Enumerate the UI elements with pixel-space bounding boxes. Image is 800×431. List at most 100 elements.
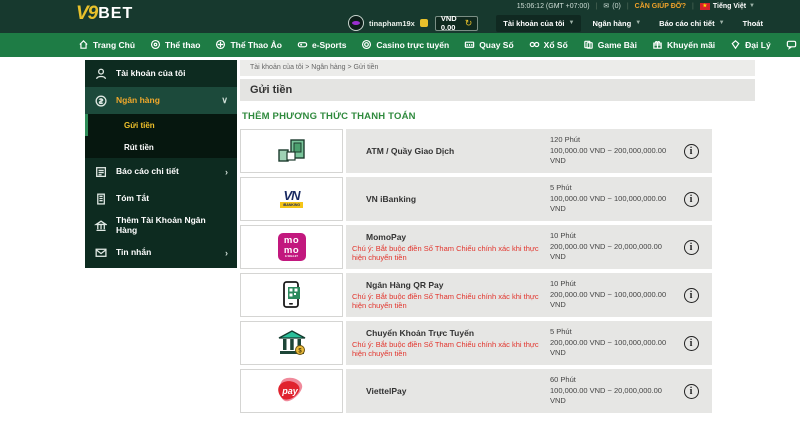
virtual-sports-icon [216, 39, 226, 49]
help-link[interactable]: CẦN GIÚP ĐỠ? [635, 3, 686, 10]
info-icon[interactable]: i [683, 239, 699, 255]
v9bet-page: V9 BET 15:06:12 (GMT +07:00) | ✉ (0) | C… [0, 0, 800, 431]
member-badge-icon[interactable] [419, 19, 428, 27]
cards-icon [584, 40, 593, 49]
divider: | [626, 2, 629, 10]
nav-item-label: Xổ Số [543, 40, 568, 50]
v9bet-logo[interactable]: V9 BET [76, 3, 133, 25]
payment-method-name: MomoPay [366, 232, 407, 242]
payment-method-row-momopay[interactable]: mo mo E-WALLET MomoPay Chú ý: Bắt buộc điề… [240, 225, 712, 269]
info-icon[interactable]: i [683, 287, 699, 303]
payment-method-row-vn-ibanking[interactable]: VN iBANKING VN iBanking 5 Phút 100,000.00… [240, 177, 712, 221]
atm-cash-logo [277, 139, 305, 162]
inbox-count: (0) [612, 2, 621, 10]
divider: | [595, 2, 598, 10]
payment-limits: 200,000.00 VND ~ 20,000,000.00 VND [550, 241, 662, 262]
nav-item-the-thao[interactable]: Thể thao [150, 39, 200, 52]
avatar[interactable] [348, 15, 364, 31]
nav-item-label: e-Sports [311, 40, 347, 50]
nav-item-ai-ly[interactable]: Đại Lý [730, 39, 771, 52]
vietnam-flag-icon: ★ [699, 2, 710, 10]
payment-method-name: ViettelPay [366, 386, 407, 396]
payment-method-row-ngan-hang-qr-pay[interactable]: Ngân Hàng QR Pay Chú ý: Bắt buộc điền Số… [240, 273, 712, 317]
payment-logo-box: mo mo E-WALLET [240, 225, 343, 269]
message-icon [95, 248, 107, 257]
sidebar-item-tin-nhan[interactable]: Tin nhắn › [85, 239, 237, 266]
sidebar-item-label: Tài khoản của tôi [116, 67, 186, 78]
payment-method-name: Chuyển Khoản Trực Tuyến [366, 328, 475, 338]
info-icon[interactable]: i [683, 191, 699, 207]
payment-logo-box: $ [240, 321, 343, 365]
account-menu-thoat[interactable]: Thoát [736, 15, 770, 32]
info-icon[interactable]: i [683, 143, 699, 159]
user-bar: tinapham19x VND 0.00 ↻ Tài khoản của tôi… [348, 13, 763, 33]
payment-method-name: VN iBanking [366, 194, 417, 204]
payment-method-row-chuyen-khoan-truc-tuyen[interactable]: $ Chuyển Khoản Trực Tuyến Chú ý: Bắt buộ… [240, 321, 712, 365]
payment-method-note: Chú ý: Bắt buộc điền Số Tham Chiếu chính… [352, 292, 539, 310]
nav-item-label: Thể thao [165, 40, 201, 50]
sidebar-item-ngan-hang[interactable]: Ngân hàng ∨ [85, 87, 237, 114]
payment-method-note: Chú ý: Bắt buộc điền Số Tham Chiếu chính… [352, 340, 539, 358]
sidebar-subitem-gui-tien[interactable]: Gửi tiền [85, 114, 237, 136]
online-transfer-logo: $ [278, 330, 305, 355]
account-menu-bao-cao-chi-tiet[interactable]: Báo cáo chi tiết ▼ [652, 15, 731, 32]
nav-item-label: Quay Số [479, 40, 514, 50]
payment-method-note: Chú ý: Bắt buộc điền Số Tham Chiếu chính… [352, 244, 539, 262]
nav-item-label: Đại Lý [745, 40, 771, 50]
nav-item-trang-chu[interactable]: Trang Chủ [78, 39, 135, 52]
nav-item-casino-truc-tuyen[interactable]: Casino trực tuyến [361, 39, 449, 52]
sidebar-item-label: Báo cáo chi tiết [116, 165, 179, 176]
header: V9 BET 15:06:12 (GMT +07:00) | ✉ (0) | C… [0, 0, 800, 33]
chevron-down-icon: ▼ [635, 20, 642, 26]
payment-logo-box [240, 129, 343, 173]
nav-item-quay-so[interactable]: Quay Số [464, 39, 514, 52]
account-menu: Tài khoản của tôi ▼ Ngân hàng ▼ Báo cáo chi … [496, 14, 770, 32]
payment-duration: 120 Phút [550, 135, 581, 145]
svg-text:pay: pay [281, 386, 299, 396]
nav-item-label: Game Bài [597, 40, 637, 50]
nav-item-game-bai[interactable]: Game Bài [583, 39, 637, 52]
breadcrumb[interactable]: Tài khoản của tôi > Ngân hàng > Gửi tiền [240, 60, 755, 76]
sidebar-item-label: Ngân hàng [116, 94, 160, 105]
momo-logo: mo mo E-WALLET [277, 233, 306, 261]
sidebar-item-label: Thêm Tài Khoản Ngân Hàng [116, 215, 206, 235]
nav-item-label: Thể Thao Ảo [230, 40, 282, 50]
account-menu-ngan-hang[interactable]: Ngân hàng ▼ [585, 15, 648, 32]
agent-icon [731, 39, 740, 49]
refresh-icon[interactable]: ↻ [465, 18, 473, 28]
sidebar-item-bao-cao-chi-tiet[interactable]: Báo cáo chi tiết › [85, 158, 237, 185]
sidebar-subitem-rut-tien[interactable]: Rút tiền [85, 136, 237, 158]
username: tinapham19x [369, 18, 415, 28]
nav-item-xo-so[interactable]: Xổ Số [529, 39, 568, 52]
payment-method-row-viettelpay[interactable]: pay ViettelPay 60 Phút 100,000.00 VND ~ … [240, 369, 712, 413]
page-body: Tài khoản của tôi Ngân hàng ∨ Gửi tiền Rú… [0, 57, 800, 431]
payment-methods-list: ATM / Quầy Giao Dịch 120 Phút 100,000.00… [240, 129, 712, 413]
nav-item-label: Trang Chủ [93, 40, 136, 50]
payment-limits: 200,000.00 VND ~ 100,000,000.00 VND [550, 337, 667, 358]
nav-item-blog[interactable]: Blog [786, 39, 800, 52]
sidebar-item-tom-tat[interactable]: Tóm Tắt [85, 185, 237, 212]
payment-method-name: ATM / Quầy Giao Dịch [366, 146, 455, 156]
account-menu-tai-khoan-cua-toi[interactable]: Tài khoản của tôi ▼ [496, 14, 582, 32]
sidebar-item-tai-khoan-cua-toi[interactable]: Tài khoản của tôi [85, 60, 237, 87]
nav-item-the-thao-ao[interactable]: Thể Thao Ảo [215, 39, 282, 52]
chevron-down-icon: ∨ [221, 95, 228, 105]
nav-item-e-sports[interactable]: e-Sports [297, 39, 346, 52]
chevron-right-icon: › [225, 166, 228, 177]
utility-bar: 15:06:12 (GMT +07:00) | ✉ (0) | CẦN GIÚP… [517, 2, 755, 10]
number-game-icon [464, 41, 475, 48]
payment-method-row-atm-quay-giao-dich[interactable]: ATM / Quầy Giao Dịch 120 Phút 100,000.00… [240, 129, 712, 173]
language-selector[interactable]: ★ Tiếng Việt ▼ [699, 2, 755, 10]
info-icon[interactable]: i [683, 335, 699, 351]
inbox-link[interactable]: ✉ (0) [603, 2, 621, 11]
info-icon[interactable]: i [683, 383, 699, 399]
balance-display[interactable]: VND 0.00 ↻ [434, 14, 479, 32]
payment-logo-box: VN iBANKING [240, 177, 343, 221]
chevron-down-icon: ▼ [568, 20, 575, 26]
report-icon [96, 167, 107, 178]
blog-icon [786, 40, 796, 50]
nav-item-khuyen-mai[interactable]: Khuyến mãi [652, 39, 715, 52]
sidebar-item-them-tai-khoan-ngan-hang[interactable]: Thêm Tài Khoản Ngân Hàng [85, 212, 237, 239]
qr-pay-logo [282, 281, 300, 308]
payment-duration: 10 Phút [550, 231, 576, 241]
